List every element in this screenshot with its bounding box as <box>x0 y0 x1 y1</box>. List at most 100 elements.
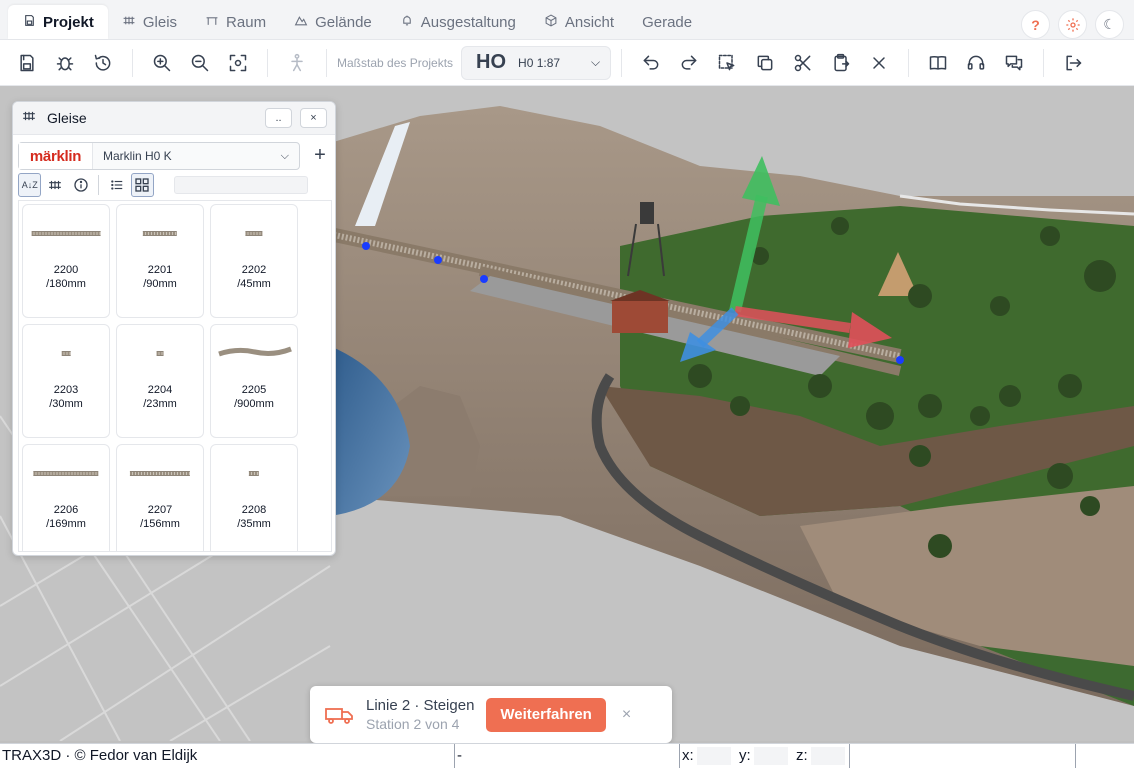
logout-button[interactable] <box>1054 44 1092 82</box>
undo-button[interactable] <box>632 44 670 82</box>
undo-icon <box>643 55 659 70</box>
scale-select[interactable]: HO H0 1:87 ⌵ <box>461 45 612 80</box>
panel-close-button[interactable]: × <box>300 108 327 128</box>
zoom-out-icon <box>191 54 209 71</box>
toolbar-divider <box>908 48 910 77</box>
track-tile[interactable]: 2203 /30mm <box>22 324 110 438</box>
track-grid-items: 2200 /180mm 2201 /90mm 2202 /45mm 2203 /30m… <box>22 204 298 551</box>
track-tile-label: 2208 /35mm <box>237 504 271 530</box>
track-tile-label: 2200 /180mm <box>46 264 86 290</box>
track-tile-label: 2203 /30mm <box>49 384 83 410</box>
truck-icon <box>325 707 353 724</box>
header-actions: ? ☾ <box>1021 10 1124 39</box>
track-tile[interactable]: 2200 /180mm <box>22 204 110 318</box>
status-bar: TRAX3D · © Fedor van Eldijk - x: y: z: <box>0 743 1134 771</box>
tab-label: Ausgestaltung <box>420 13 516 31</box>
info-button[interactable] <box>69 173 92 197</box>
notification-close-button[interactable]: × <box>622 706 631 724</box>
toolbar-divider <box>267 48 268 77</box>
track-tile-label: 2207 /156mm <box>140 504 180 530</box>
search-input[interactable] <box>174 176 309 194</box>
tab-label: Ansicht <box>564 13 615 31</box>
panel-title: Gleise <box>47 110 87 126</box>
help-button[interactable]: ? <box>1021 10 1050 39</box>
track-tile[interactable]: 2204 /23mm <box>116 324 204 438</box>
list-view-button[interactable] <box>105 173 128 197</box>
book-icon <box>929 55 947 70</box>
track-preview <box>245 231 263 236</box>
toolbar-divider <box>621 48 623 77</box>
gear-icon <box>1065 17 1080 32</box>
zoom-fit-button[interactable] <box>219 44 257 82</box>
tab-gleis[interactable]: Gleis <box>108 5 191 39</box>
notification-title: Linie 2 · Steigen <box>366 697 475 714</box>
save-icon <box>22 14 36 30</box>
main-tabbar: Projekt Gleis Raum Gelände Ausgestaltung… <box>0 0 1134 40</box>
theme-toggle-button[interactable]: ☾ <box>1095 10 1124 39</box>
track-preview <box>129 471 191 476</box>
close-icon <box>873 56 885 69</box>
track-preview <box>61 351 71 356</box>
scale-main-value: HO <box>476 51 507 73</box>
redo-button[interactable] <box>670 44 708 82</box>
manual-button[interactable] <box>919 44 957 82</box>
history-button[interactable] <box>84 44 122 82</box>
grid-icon <box>135 178 149 192</box>
track-tile[interactable]: 2202 /45mm <box>210 204 298 318</box>
toolbar-divider <box>1043 48 1045 77</box>
tab-projekt[interactable]: Projekt <box>8 5 108 39</box>
debug-button[interactable] <box>46 44 84 82</box>
track-library-panel: Gleise .. × märklin Marklin H0 K ⌵ + A↓Z… <box>12 101 336 556</box>
track-tile-label: 2205 /900mm <box>234 384 274 410</box>
person-icon <box>291 53 303 71</box>
marklin-logo: märklin <box>19 143 93 169</box>
track-tile[interactable]: 2208 /35mm <box>210 444 298 551</box>
status-extra <box>849 744 1076 768</box>
chevron-down-icon: ⌵ <box>280 149 289 162</box>
delete-button[interactable] <box>860 44 898 82</box>
panel-more-button[interactable]: .. <box>265 108 292 128</box>
status-copyright: TRAX3D · © Fedor van Eldijk <box>0 744 455 768</box>
zoom-in-button[interactable] <box>143 44 181 82</box>
tab-gerade[interactable]: Gerade <box>628 5 706 39</box>
feedback-button[interactable] <box>995 44 1033 82</box>
zoom-fit-icon <box>229 54 247 71</box>
paste-icon <box>834 53 850 71</box>
continue-button[interactable]: Weiterfahren <box>486 697 606 732</box>
z-coord-label: z: <box>796 747 808 764</box>
add-catalog-button[interactable]: + <box>310 144 330 167</box>
tab-ansicht[interactable]: Ansicht <box>530 5 628 39</box>
track-preview <box>156 351 164 356</box>
track-icon <box>21 109 37 128</box>
scale-sub-value: H0 1:87 <box>518 55 561 70</box>
manufacturer-select[interactable]: märklin Marklin H0 K ⌵ <box>18 142 300 170</box>
tab-raum[interactable]: Raum <box>191 5 280 39</box>
x-coord-label: x: <box>682 747 694 764</box>
panel-header[interactable]: Gleise .. × <box>13 102 335 135</box>
tab-ausgestaltung[interactable]: Ausgestaltung <box>386 5 530 39</box>
notification-subtitle: Station 2 von 4 <box>366 716 460 732</box>
track-tile[interactable]: 2201 /90mm <box>116 204 204 318</box>
sort-button[interactable]: A↓Z <box>18 173 42 197</box>
cut-button[interactable] <box>784 44 822 82</box>
settings-button[interactable] <box>1058 10 1087 39</box>
status-info: - <box>455 744 680 768</box>
track-tile[interactable]: 2207 /156mm <box>116 444 204 551</box>
track-icon <box>49 180 61 190</box>
track-tile[interactable]: 2205 /900mm <box>210 324 298 438</box>
zoom-out-button[interactable] <box>181 44 219 82</box>
paste-button[interactable] <box>822 44 860 82</box>
walk-mode-button[interactable] <box>278 44 316 82</box>
select-button[interactable] <box>708 44 746 82</box>
notification-text: Linie 2 · Steigen Station 2 von 4 <box>366 697 474 732</box>
support-button[interactable] <box>957 44 995 82</box>
tab-gelaende[interactable]: Gelände <box>280 5 386 39</box>
track-tile[interactable]: 2206 /169mm <box>22 444 110 551</box>
copy-button[interactable] <box>746 44 784 82</box>
y-coord-value <box>754 747 788 765</box>
track-preview <box>142 231 178 236</box>
tab-label: Gleis <box>142 13 178 31</box>
track-filter-button[interactable] <box>43 173 66 197</box>
grid-view-button[interactable] <box>130 173 155 197</box>
save-button[interactable] <box>8 44 46 82</box>
